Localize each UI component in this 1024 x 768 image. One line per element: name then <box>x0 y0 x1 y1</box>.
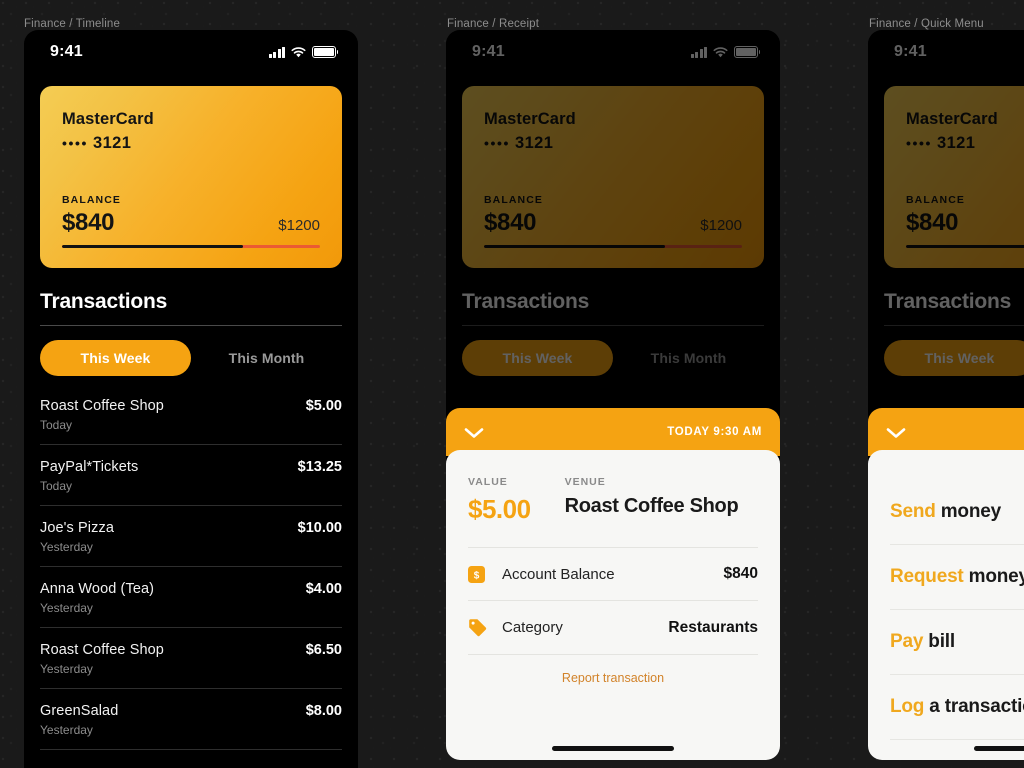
balance-label: BALANCE <box>62 193 122 206</box>
chevron-down-icon[interactable] <box>886 426 906 438</box>
home-indicator <box>974 746 1024 751</box>
receipt-venue-block: VENUE Roast Coffee Shop <box>565 476 739 525</box>
transaction-date: Yesterday <box>40 601 93 615</box>
receipt-sheet-body: VALUE $5.00 VENUE Roast Coffee Shop $ Ac… <box>446 450 780 760</box>
period-segmented-control: This Week This Month <box>40 340 342 376</box>
report-transaction-link[interactable]: Report transaction <box>468 654 758 685</box>
wifi-icon <box>291 46 306 58</box>
quick-menu-sheet-header <box>868 408 1024 456</box>
transaction-amount: $8.00 <box>305 703 342 719</box>
quick-menu-screen: 9:41 MasterCard •••• 3121 BALANCE <box>868 30 1024 760</box>
quick-menu-item-request-money[interactable]: Request money <box>890 545 1024 610</box>
transaction-name: Anna Wood (Tea) <box>40 581 155 597</box>
card-brand: MasterCard <box>62 110 154 128</box>
balance-card[interactable]: MasterCard •••• 3121 BALANCE $840 $1200 <box>40 86 342 268</box>
receipt-sheet-header: TODAY 9:30 AM <box>446 408 780 456</box>
phone-quick-menu: 9:41 MasterCard •••• 3121 BALANCE <box>868 30 1024 760</box>
venue-label: VENUE <box>564 476 606 488</box>
transaction-amount: $5.00 <box>305 398 342 414</box>
row-label: Account Balance <box>502 565 615 583</box>
item-accent: Log <box>890 696 925 717</box>
transaction-amount: $4.00 <box>305 581 342 597</box>
balance-progress-track <box>62 244 320 248</box>
receipt-screen: 9:41 MasterCard •••• 3121 BALANCE <box>446 30 780 760</box>
quick-menu-list: Send money Request money Pay bill Log a … <box>868 450 1024 760</box>
row-value: Restaurants <box>668 618 758 636</box>
quick-menu-sheet: Send money Request money Pay bill Log a … <box>868 408 1024 760</box>
item-rest: money <box>963 566 1024 587</box>
receipt-summary: VALUE $5.00 VENUE Roast Coffee Shop <box>468 476 758 547</box>
receipt-row-category: Category Restaurants <box>468 600 758 654</box>
screenshot-canvas: Finance / Timeline 9:41 MasterCard •••• … <box>0 0 1024 768</box>
quick-menu-item-pay-bill[interactable]: Pay bill <box>890 610 1024 675</box>
transaction-date: Yesterday <box>40 662 93 676</box>
breadcrumb-timeline: Finance / Timeline <box>24 18 121 30</box>
item-rest: money <box>935 501 1001 522</box>
transaction-date: Today <box>40 418 73 432</box>
phone-receipt: 9:41 MasterCard •••• 3121 BALANCE <box>446 30 780 760</box>
transaction-date: Yesterday <box>40 540 93 554</box>
item-rest: a transaction <box>929 696 1024 717</box>
venue-name: Roast Coffee Shop <box>564 495 739 517</box>
phone-timeline: 9:41 MasterCard •••• 3121 BALANCE $840 $… <box>24 30 358 768</box>
status-time: 9:41 <box>50 43 83 60</box>
value-amount: $5.00 <box>468 494 531 524</box>
card-last4: 3121 <box>93 134 132 152</box>
receipt-value-block: VALUE $5.00 <box>468 476 531 525</box>
table-row[interactable]: PayPal*Tickets $13.25 Today <box>40 445 342 506</box>
table-row[interactable]: Joe's Pizza $10.00 Yesterday <box>40 506 342 567</box>
breadcrumb-receipt: Finance / Receipt <box>447 18 540 30</box>
transaction-date: Today <box>40 479 73 493</box>
transaction-amount: $10.00 <box>297 520 342 536</box>
transaction-amount: $13.25 <box>297 459 342 475</box>
home-indicator <box>552 746 674 751</box>
quick-menu-item-send-money[interactable]: Send money <box>890 480 1024 545</box>
battery-icon <box>312 46 339 58</box>
svg-text:$: $ <box>474 570 480 581</box>
transaction-list: Roast Coffee Shop $5.00 Today PayPal*Tick… <box>40 384 342 750</box>
receipt-row-account-balance: $ Account Balance $840 <box>468 547 758 600</box>
balance-amount: $840 <box>62 208 115 236</box>
transaction-name: GreenSalad <box>40 703 119 719</box>
status-bar: 9:41 <box>24 30 358 74</box>
status-icons <box>268 46 339 58</box>
item-accent: Send <box>890 501 936 522</box>
signal-bars-icon <box>268 46 285 58</box>
breadcrumb-quick-menu: Finance / Quick Menu <box>869 18 984 30</box>
transaction-name: Roast Coffee Shop <box>40 398 164 414</box>
tag-icon <box>468 618 488 637</box>
row-value: $840 <box>723 565 758 582</box>
card-balance-block: BALANCE $840 $1200 <box>62 193 320 248</box>
receipt-timestamp: TODAY 9:30 AM <box>667 426 762 438</box>
chevron-down-icon[interactable] <box>464 426 484 438</box>
tab-this-month[interactable]: This Month <box>191 340 342 376</box>
transaction-name: Joe's Pizza <box>40 520 114 536</box>
receipt-sheet: TODAY 9:30 AM VALUE $5.00 VENUE Roast Co… <box>446 408 780 760</box>
page-title: Transactions <box>40 290 342 326</box>
item-rest: bill <box>923 631 955 652</box>
table-row[interactable]: Roast Coffee Shop $5.00 Today <box>40 384 342 445</box>
timeline-screen: 9:41 MasterCard •••• 3121 BALANCE $840 $… <box>24 30 358 768</box>
tab-this-week[interactable]: This Week <box>40 340 191 376</box>
table-row[interactable]: GreenSalad $8.00 Yesterday <box>40 689 342 750</box>
table-row[interactable]: Anna Wood (Tea) $4.00 Yesterday <box>40 567 342 628</box>
row-label: Category <box>502 619 563 636</box>
transaction-amount: $6.50 <box>305 642 342 658</box>
transaction-name: PayPal*Tickets <box>40 459 139 475</box>
value-label: VALUE <box>468 476 508 488</box>
card-number: •••• 3121 <box>62 134 320 153</box>
card-mask: •••• <box>62 135 89 151</box>
transaction-name: Roast Coffee Shop <box>40 642 164 658</box>
quick-menu-item-log-transaction[interactable]: Log a transaction <box>890 675 1024 740</box>
item-accent: Pay <box>890 631 924 652</box>
transaction-date: Yesterday <box>40 723 93 737</box>
dollar-square-icon: $ <box>468 565 488 583</box>
credit-limit: $1200 <box>278 216 320 234</box>
table-row[interactable]: Roast Coffee Shop $6.50 Yesterday <box>40 628 342 689</box>
item-accent: Request <box>890 566 964 587</box>
